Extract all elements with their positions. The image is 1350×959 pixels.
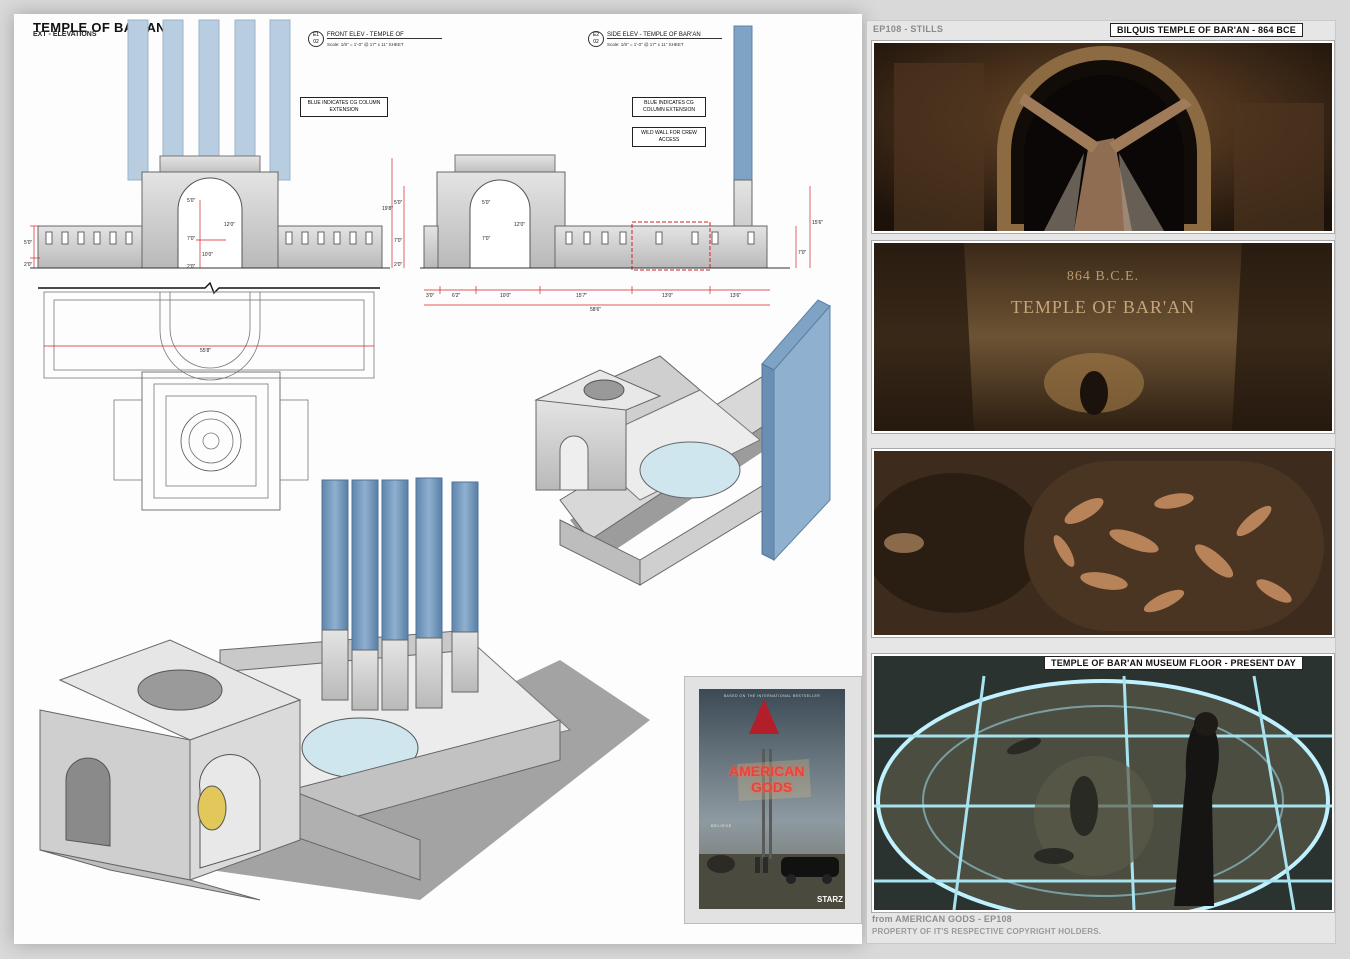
dim-label: 5'0" [24, 240, 33, 246]
dim-label: 10'0" [500, 293, 512, 299]
dim-label: 12'0" [224, 222, 236, 228]
poster-tagline: BASED ON THE INTERNATIONAL BESTSELLER [723, 694, 821, 698]
still-2-date: 864 B.C.E. [1066, 269, 1140, 284]
stills-header: EP108 - STILLS [873, 24, 944, 34]
still-label-top: BILQUIS TEMPLE OF BAR'AN - 864 BCE [1110, 23, 1303, 37]
dim-label: 5'0" [394, 200, 403, 206]
plan-view-drawing [38, 281, 380, 511]
dim-label: 7'0" [798, 250, 807, 256]
poster-art [699, 689, 845, 909]
dim-label: 13'0" [662, 293, 674, 299]
dim-label: 6'2" [452, 293, 461, 299]
dim-label: 5'0" [482, 200, 491, 206]
dim-label: 7'0" [394, 238, 403, 244]
dim-label: 7'0" [187, 236, 196, 242]
dim-label: 15'6" [812, 220, 824, 226]
dim-label: 15'7" [576, 293, 588, 299]
dim-label: 3'0" [426, 293, 435, 299]
dim-plan: 55'8" [200, 348, 212, 354]
dim-label: 10'0" [202, 252, 214, 258]
dim-total: 58'6" [590, 307, 602, 313]
still-2-temple-inscription: 864 B.C.E. TEMPLE OF BAR'AN [872, 241, 1334, 433]
dim-label: 2'0" [394, 262, 403, 268]
caption-copyright: PROPERTY OF IT'S RESPECTIVE COPYRIGHT HO… [872, 927, 1102, 936]
still-4-image [874, 656, 1332, 910]
still-3-image [874, 451, 1332, 635]
front-elevation-drawing [30, 19, 390, 269]
still-1-image [874, 43, 1332, 231]
starz-logo: STARZ [817, 895, 844, 904]
poster-frame: BASED ON THE INTERNATIONAL BESTSELLER AM… [684, 676, 862, 924]
still-4-museum-floor [872, 654, 1334, 912]
side-elevation-drawing [391, 25, 811, 306]
still-label-bottom: TEMPLE OF BAR'AN MUSEUM FLOOR - PRESENT … [1044, 656, 1303, 670]
dim-label: 7'0" [482, 236, 491, 242]
american-gods-poster: BASED ON THE INTERNATIONAL BESTSELLER AM… [699, 689, 845, 909]
dim-label: 12'0" [514, 222, 526, 228]
cg-columns [321, 477, 479, 711]
caption-source: from AMERICAN GODS - EP108 [872, 914, 1012, 924]
dim-label: 13'6" [730, 293, 742, 299]
still-3-sculpture [872, 449, 1334, 637]
dim-label: 2'0" [187, 264, 196, 270]
dim-label: 19'8" [382, 206, 394, 212]
poster-title-line1: AMERICAN [729, 763, 805, 779]
poster-title-line2: GODS [751, 779, 793, 795]
isometric-view-small [534, 299, 831, 586]
still-2-name: TEMPLE OF BAR'AN [1010, 297, 1196, 317]
dim-label: 2'0" [24, 262, 33, 268]
still-1-bilquis [872, 41, 1334, 233]
poster-believe: BELIEVE [711, 823, 732, 828]
isometric-view-large [39, 477, 650, 901]
dim-label: 5'0" [187, 198, 196, 204]
